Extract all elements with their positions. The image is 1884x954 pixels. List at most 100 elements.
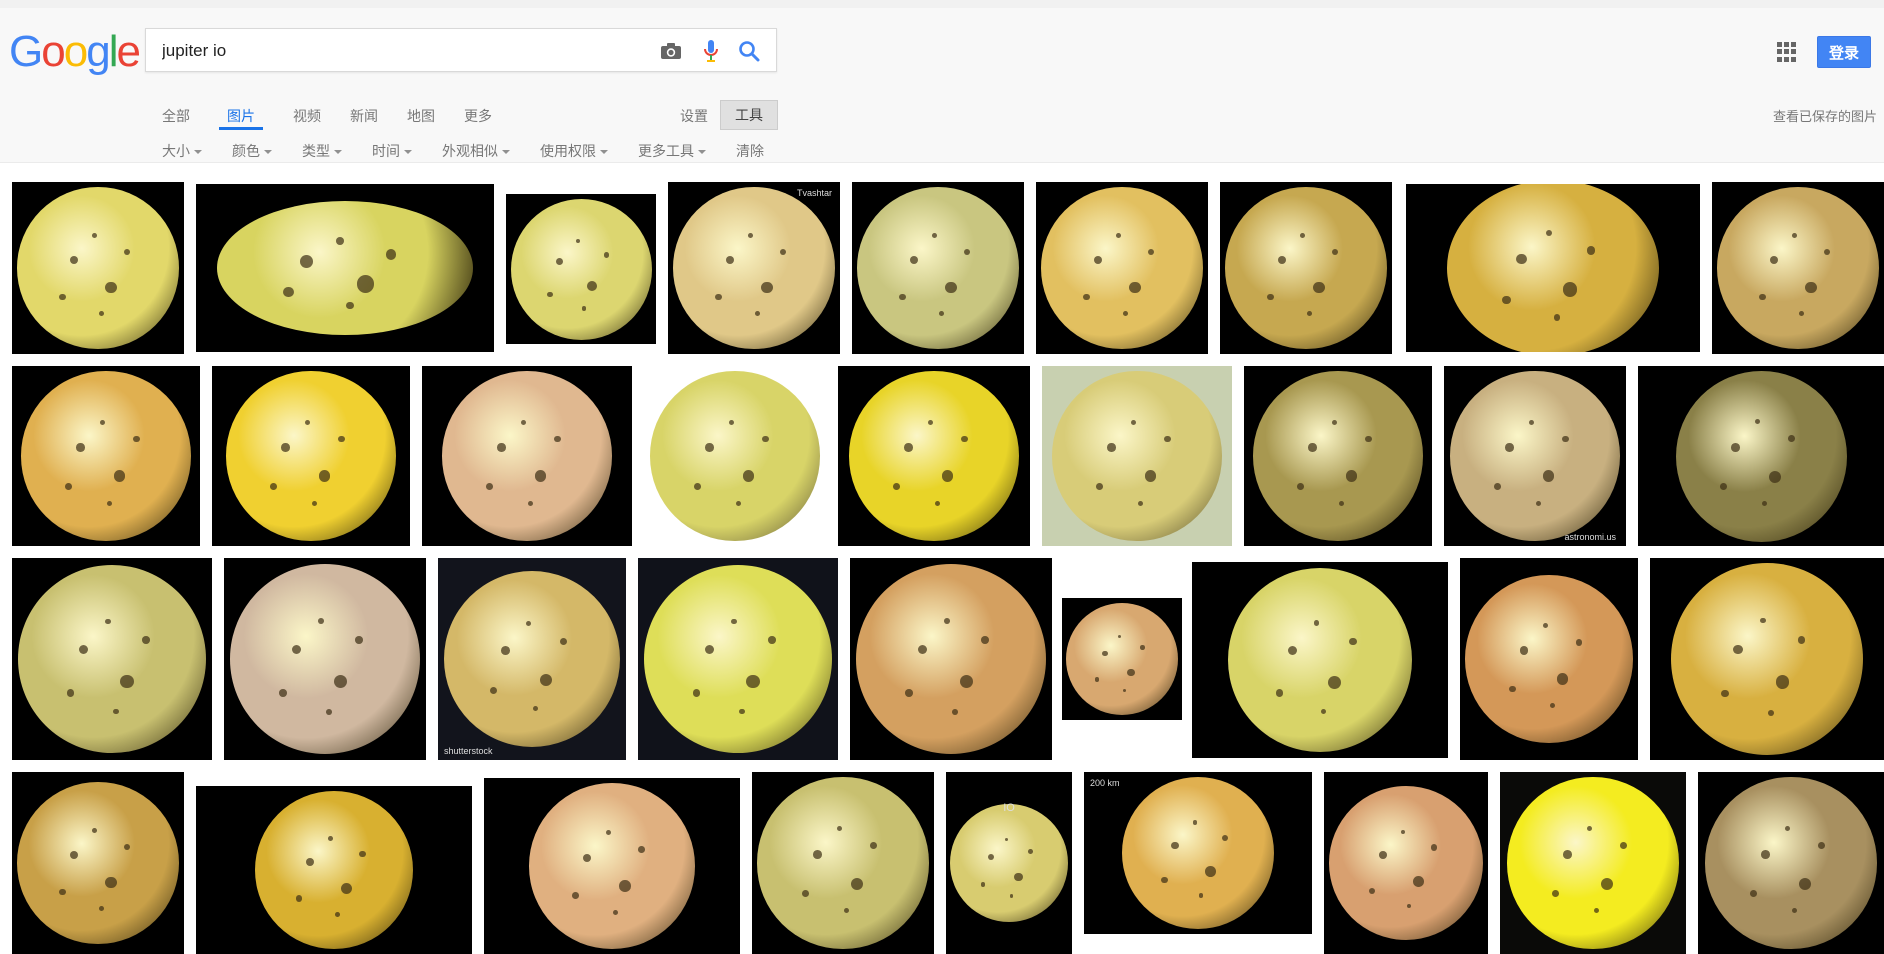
image-result-thumbnail[interactable]: [212, 366, 410, 546]
saved-images-link[interactable]: 查看已保存的图片: [1773, 106, 1877, 125]
tab-images[interactable]: 图片: [219, 98, 263, 130]
image-result-thumbnail[interactable]: [224, 558, 426, 760]
apps-grid-icon[interactable]: [1777, 42, 1797, 62]
chevron-down-icon: [264, 150, 272, 155]
filter-color[interactable]: 颜色: [232, 141, 272, 161]
search-input[interactable]: [160, 29, 644, 73]
surface-spot: [1731, 443, 1740, 452]
surface-spot: [547, 291, 553, 298]
filter-visually-similar[interactable]: 外观相似: [442, 141, 510, 161]
filter-clear[interactable]: 清除: [736, 141, 764, 161]
camera-icon[interactable]: [658, 38, 684, 64]
image-result-thumbnail[interactable]: shutterstock: [438, 558, 626, 760]
surface-spot: [1805, 281, 1817, 294]
image-result-thumbnail[interactable]: [12, 182, 184, 354]
image-result-thumbnail[interactable]: [422, 366, 632, 546]
tab-all[interactable]: 全部: [162, 98, 204, 130]
surface-spot: [813, 850, 822, 859]
image-result-thumbnail[interactable]: [484, 778, 740, 954]
surface-spot: [527, 500, 533, 506]
surface-spot: [572, 892, 579, 900]
image-result-thumbnail[interactable]: [752, 772, 934, 954]
search-icon[interactable]: [736, 38, 762, 64]
image-result-thumbnail[interactable]: [644, 366, 826, 546]
chevron-down-icon: [194, 150, 202, 155]
tools-button[interactable]: 工具: [720, 100, 778, 130]
image-result-thumbnail[interactable]: Tvashtar: [668, 182, 840, 354]
image-result-thumbnail[interactable]: [1036, 182, 1208, 354]
surface-spot: [1365, 435, 1372, 443]
filter-size[interactable]: 大小: [162, 141, 202, 161]
surface-spot: [705, 443, 714, 452]
tab-videos[interactable]: 视频: [293, 98, 335, 130]
image-result-thumbnail[interactable]: 200 km: [1084, 772, 1312, 934]
surface-spot: [1412, 876, 1424, 887]
surface-spot: [142, 636, 150, 644]
io-moon-image: [442, 371, 612, 541]
image-result-thumbnail[interactable]: [1192, 562, 1448, 758]
surface-spot: [1320, 708, 1327, 715]
surface-spot: [963, 248, 971, 256]
image-result-thumbnail[interactable]: [196, 786, 472, 954]
image-result-thumbnail[interactable]: [1650, 558, 1884, 760]
surface-spot: [1593, 908, 1599, 914]
settings-link[interactable]: 设置: [680, 106, 708, 126]
image-result-thumbnail[interactable]: astronomi.us: [1444, 366, 1626, 546]
image-result-thumbnail[interactable]: [1062, 598, 1182, 720]
tab-more[interactable]: 更多: [464, 98, 506, 130]
io-moon-image: [650, 371, 820, 541]
surface-spot: [870, 842, 878, 850]
google-logo[interactable]: Google: [9, 30, 141, 74]
image-result-thumbnail[interactable]: [506, 194, 656, 344]
surface-spot: [133, 435, 140, 443]
filter-type[interactable]: 类型: [302, 141, 342, 161]
image-result-thumbnail[interactable]: [1698, 772, 1884, 954]
image-result-thumbnail[interactable]: IO: [946, 772, 1072, 954]
image-result-thumbnail[interactable]: [1324, 772, 1488, 954]
surface-spot: [754, 310, 760, 316]
surface-spot: [1542, 470, 1555, 483]
image-result-thumbnail[interactable]: [850, 558, 1052, 760]
io-moon-image: [230, 564, 420, 754]
filter-usage-rights[interactable]: 使用权限: [540, 141, 608, 161]
tab-maps[interactable]: 地图: [407, 98, 449, 130]
surface-spot: [1297, 483, 1305, 490]
surface-spot: [1587, 826, 1593, 832]
surface-spot: [325, 709, 332, 715]
surface-spot: [539, 674, 553, 687]
surface-spot: [893, 483, 901, 490]
microphone-icon[interactable]: [698, 38, 724, 64]
surface-spot: [1545, 229, 1552, 236]
chevron-down-icon: [502, 150, 510, 155]
surface-spot: [1515, 253, 1527, 265]
image-result-thumbnail[interactable]: [638, 558, 838, 760]
surface-spot: [762, 435, 769, 443]
image-result-thumbnail[interactable]: [1712, 182, 1884, 354]
image-result-thumbnail[interactable]: [1638, 366, 1884, 546]
login-button[interactable]: 登录: [1817, 36, 1871, 68]
surface-spot: [705, 644, 715, 655]
image-result-thumbnail[interactable]: [852, 182, 1024, 354]
surface-spot: [534, 470, 547, 483]
surface-spot: [79, 644, 89, 655]
filter-more-tools[interactable]: 更多工具: [638, 141, 706, 161]
surface-spot: [1785, 826, 1791, 832]
image-result-thumbnail[interactable]: [1406, 184, 1700, 352]
image-result-thumbnail[interactable]: [196, 184, 494, 352]
io-moon-image: [757, 777, 929, 949]
surface-spot: [1275, 689, 1284, 697]
io-moon-image: [1328, 785, 1484, 941]
image-result-thumbnail[interactable]: [12, 558, 212, 760]
image-result-thumbnail[interactable]: [12, 772, 184, 954]
io-moon-image: [1052, 371, 1222, 541]
surface-spot: [76, 443, 85, 452]
filter-time[interactable]: 时间: [372, 141, 412, 161]
image-result-thumbnail[interactable]: [12, 366, 200, 546]
image-result-thumbnail[interactable]: [1042, 366, 1232, 546]
image-result-thumbnail[interactable]: [838, 366, 1030, 546]
image-result-thumbnail[interactable]: [1460, 558, 1638, 760]
tab-news[interactable]: 新闻: [350, 98, 392, 130]
image-result-thumbnail[interactable]: [1244, 366, 1432, 546]
image-result-thumbnail[interactable]: [1500, 772, 1686, 954]
image-result-thumbnail[interactable]: [1220, 182, 1392, 354]
